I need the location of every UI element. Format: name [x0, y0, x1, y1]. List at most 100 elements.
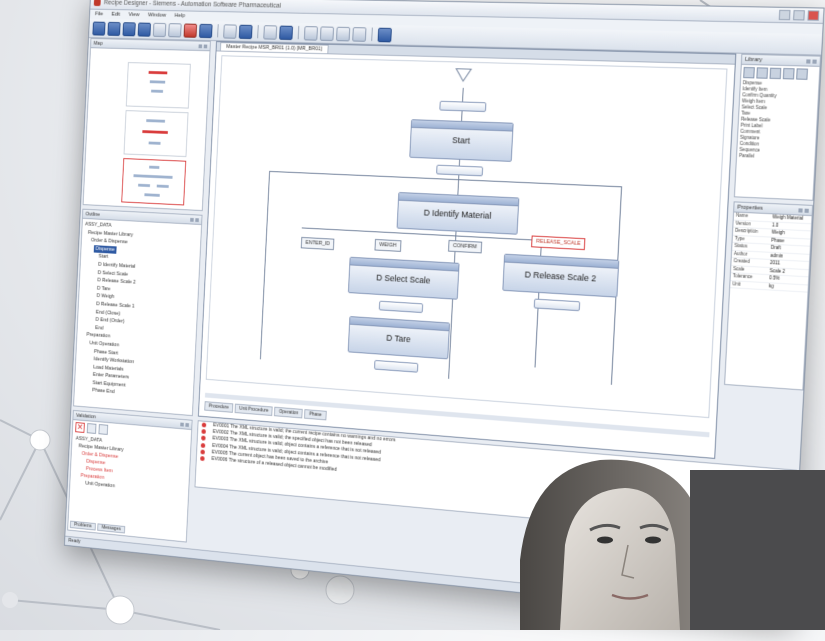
release-icon[interactable] [377, 27, 392, 42]
properties-panel: Properties Name Weigh Material Version 1.0… [724, 201, 814, 391]
align-right-icon[interactable] [336, 26, 351, 41]
panel-menu-icon[interactable] [798, 207, 803, 213]
menu-file[interactable]: File [95, 11, 103, 17]
toolbar-separator [371, 27, 373, 42]
property-value: Scale 2 [769, 267, 786, 274]
panel-close-icon[interactable] [804, 208, 809, 213]
distribute-icon[interactable] [352, 26, 367, 42]
property-value: Weigh [771, 229, 785, 236]
step-identify-material[interactable]: D Identify Material [396, 191, 520, 235]
outline-panel-title: Outline [85, 211, 101, 218]
warning-filter-icon[interactable] [86, 423, 97, 434]
toolbar-separator [217, 24, 219, 38]
transition[interactable] [533, 298, 581, 312]
map-thumbnail-selected[interactable] [121, 158, 187, 206]
step-label: D Identify Material [423, 207, 492, 221]
tab-problems[interactable]: Problems [69, 520, 96, 531]
action-box[interactable]: CONFIRM [448, 239, 482, 254]
new-icon[interactable] [92, 21, 106, 36]
step-tool-icon[interactable] [743, 66, 755, 79]
sfc-canvas[interactable]: Start D Identify Material ENTER_ID WEIGH… [205, 55, 728, 419]
panel-close-icon[interactable] [195, 217, 199, 222]
menu-help[interactable]: Help [174, 13, 185, 19]
loop-tool-icon[interactable] [782, 67, 795, 80]
property-value: admin [770, 252, 784, 259]
step-select-scale[interactable]: D Select Scale [347, 256, 460, 300]
validation-tree: ASSY_DATA Recipe Master Library Order & … [70, 434, 190, 498]
maximize-icon[interactable] [793, 10, 805, 21]
error-icon [200, 449, 205, 455]
property-key: Unit [732, 280, 741, 287]
align-left-icon[interactable] [303, 25, 318, 41]
validate-icon[interactable] [279, 25, 294, 40]
property-value: 0.5% [769, 275, 780, 281]
action-box-highlighted[interactable]: RELEASE_SCALE [531, 235, 586, 251]
tab-procedure[interactable]: Procedure [204, 401, 234, 413]
panel-close-icon[interactable] [203, 44, 208, 48]
outline-tree: ASSY_DATA Recipe Master Library Order & … [74, 219, 201, 405]
menu-edit[interactable]: Edit [111, 12, 120, 18]
library-panel-title: Library [744, 56, 763, 63]
panel-menu-icon[interactable] [198, 43, 203, 48]
close-icon[interactable] [807, 10, 820, 21]
validation-tabs: Problems Messages [69, 520, 126, 534]
panel-menu-icon[interactable] [190, 217, 194, 222]
error-icon [201, 435, 206, 441]
property-value: 1.0 [771, 221, 779, 228]
undo-icon[interactable] [199, 23, 213, 38]
grid-icon[interactable] [263, 24, 278, 40]
delete-icon[interactable] [183, 23, 198, 38]
cut-icon[interactable] [152, 22, 167, 37]
info-filter-icon[interactable] [98, 424, 109, 435]
map-panel-title: Map [93, 40, 103, 47]
align-center-icon[interactable] [319, 25, 335, 41]
panel-close-icon[interactable] [812, 59, 817, 64]
menu-window[interactable]: Window [148, 13, 166, 19]
step-release-scale-2[interactable]: D Release Scale 2 [502, 253, 620, 298]
panel-menu-icon[interactable] [806, 58, 811, 64]
action-box[interactable]: ENTER_ID [300, 236, 335, 251]
map-thumbnail[interactable] [123, 110, 189, 158]
error-icon [201, 429, 206, 435]
tab-unit-procedure[interactable]: Unit Procedure [234, 403, 274, 417]
save-icon[interactable] [122, 21, 136, 36]
transition[interactable] [436, 164, 484, 177]
step-start[interactable]: Start [409, 119, 514, 162]
action-box[interactable]: WEIGH [374, 238, 402, 252]
menu-view[interactable]: View [128, 12, 139, 18]
step-tare[interactable]: D Tare [347, 316, 451, 360]
toolbar-separator [297, 25, 300, 40]
map-panel-header: Map [90, 38, 211, 52]
link-tool-icon[interactable] [796, 68, 808, 80]
print-icon[interactable] [137, 22, 152, 37]
tab-messages[interactable]: Messages [97, 523, 126, 534]
outline-panel: Outline ASSY_DATA Recipe Master Library … [73, 208, 203, 417]
transition[interactable] [374, 359, 419, 373]
right-panels: Library Dispense Identify Item Confirm Q… [720, 53, 822, 464]
map-thumbnail[interactable] [125, 62, 191, 109]
editor-tab[interactable]: Master Recipe MSR_BR01 (1.0) [MR_BR01] [219, 42, 329, 54]
validation-panel-title: Validation [75, 412, 96, 420]
transition-tool-icon[interactable] [756, 67, 769, 79]
minimize-icon[interactable] [778, 9, 791, 21]
transition[interactable] [378, 300, 424, 314]
step-label: Start [451, 135, 471, 146]
recipe-editor: Master Recipe MSR_BR01 (1.0) [MR_BR01] S… [197, 41, 737, 459]
zoom-icon[interactable] [223, 23, 237, 39]
tab-operation[interactable]: Operation [274, 406, 304, 419]
property-value: 2011 [769, 259, 781, 266]
property-value: Draft [770, 244, 781, 251]
layout-icon[interactable] [238, 24, 253, 39]
transition[interactable] [439, 100, 487, 113]
status-text: Ready [68, 537, 81, 545]
copy-icon[interactable] [168, 22, 182, 37]
tab-phase[interactable]: Phase [304, 409, 327, 421]
step-label: D Select Scale [376, 272, 431, 286]
step-label: D Tare [386, 332, 411, 345]
application-window-perspective: Recipe Designer - Siemens - Automation S… [63, 0, 825, 641]
open-icon[interactable] [107, 21, 121, 36]
panel-close-icon[interactable] [185, 422, 190, 427]
error-x-icon[interactable]: ✕ [75, 422, 85, 433]
panel-menu-icon[interactable] [180, 422, 184, 427]
branch-tool-icon[interactable] [769, 67, 782, 80]
